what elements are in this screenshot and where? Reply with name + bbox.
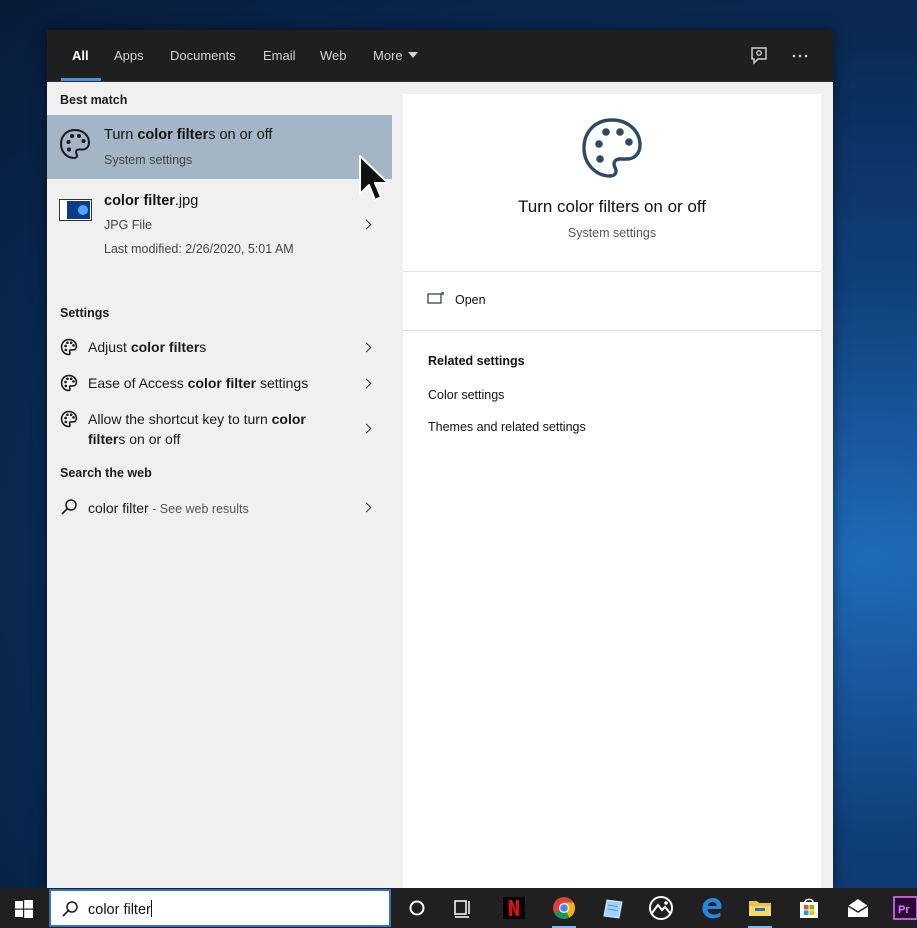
file-result-modified: Last modified: 2/26/2020, 5:01 AM <box>104 242 294 256</box>
chevron-right-icon[interactable] <box>361 423 372 434</box>
search-icon <box>61 499 77 515</box>
text-caret <box>150 900 152 917</box>
file-result[interactable]: color filter.jpg JPG File Last modified:… <box>47 183 392 263</box>
settings-item-label: Allow the shortcut key to turn color filt… <box>88 411 306 447</box>
chevron-right-icon[interactable] <box>361 219 372 230</box>
active-tab-indicator <box>61 78 101 81</box>
svg-text:Pr: Pr <box>898 904 910 916</box>
palette-icon <box>60 410 78 428</box>
settings-item-ease-of-access[interactable]: Ease of Access color filter settings <box>47 366 392 400</box>
netflix-icon[interactable] <box>500 894 528 922</box>
open-label: Open <box>455 293 486 307</box>
task-view-icon[interactable] <box>449 894 477 922</box>
related-link-themes[interactable]: Themes and related settings <box>428 420 586 434</box>
web-search-result[interactable]: color filter - See web results <box>47 490 392 524</box>
tab-documents[interactable]: Documents <box>170 30 236 82</box>
taskbar-search-box[interactable]: color filter <box>49 889 391 927</box>
section-settings: Settings <box>60 306 110 320</box>
search-window: All Apps Documents Email Web More Best m… <box>47 30 833 888</box>
related-settings-header: Related settings <box>428 354 525 368</box>
tab-apps[interactable]: Apps <box>114 30 144 82</box>
cortana-icon[interactable] <box>403 894 431 922</box>
image-file-icon <box>59 199 92 221</box>
tab-more[interactable]: More <box>373 30 418 82</box>
preview-pane: Turn color filters on or off System sett… <box>403 94 821 888</box>
caret-down-icon <box>407 52 418 58</box>
preview-title: Turn color filters on or off <box>517 197 707 216</box>
best-match-title: Turn color filters on or off <box>104 127 273 143</box>
premiere-pro-icon[interactable]: Pr <box>892 894 917 922</box>
divider <box>403 271 821 272</box>
file-result-type: JPG File <box>104 218 152 232</box>
divider <box>403 330 821 331</box>
results-pane: Best match Turn color filters on or off … <box>47 82 403 888</box>
settings-item-label: Ease of Access color filter settings <box>88 375 309 391</box>
chevron-right-icon[interactable] <box>361 378 372 389</box>
settings-item-shortcut-key[interactable]: Allow the shortcut key to turn color filt… <box>47 402 392 452</box>
best-match-subtitle: System settings <box>104 153 193 167</box>
palette-icon <box>59 128 91 160</box>
windows-start-icon[interactable] <box>15 900 33 918</box>
web-result-label: color filter - See web results <box>88 500 249 516</box>
search-icon <box>62 901 78 917</box>
file-result-title: color filter.jpg <box>104 193 199 209</box>
settings-item-label: Adjust color filters <box>88 339 207 355</box>
palette-icon <box>60 338 78 356</box>
chevron-right-icon[interactable] <box>361 342 372 353</box>
open-app-icon <box>427 291 445 304</box>
edge-icon[interactable] <box>698 894 726 922</box>
section-search-web: Search the web <box>60 466 152 480</box>
chrome-icon <box>553 897 575 919</box>
section-best-match: Best match <box>60 93 128 107</box>
mail-icon[interactable] <box>844 894 872 922</box>
tab-more-label: More <box>373 48 403 63</box>
palette-icon <box>582 118 642 178</box>
tab-web[interactable]: Web <box>320 30 347 82</box>
best-match-result[interactable]: Turn color filters on or off System sett… <box>47 115 392 179</box>
search-tab-bar: All Apps Documents Email Web More <box>47 30 833 82</box>
taskbar: color filter Pr <box>0 888 917 928</box>
feedback-icon[interactable] <box>749 46 769 66</box>
store-icon[interactable] <box>795 894 823 922</box>
search-input[interactable]: color filter <box>88 900 152 918</box>
notes-app-icon[interactable] <box>598 894 626 922</box>
palette-icon <box>60 374 78 392</box>
photos-app-icon[interactable] <box>647 894 675 922</box>
folder-icon <box>749 901 771 916</box>
settings-item-adjust-color-filters[interactable]: Adjust color filters <box>47 330 392 364</box>
tab-all[interactable]: All <box>72 30 89 82</box>
file-explorer-app[interactable] <box>746 894 774 928</box>
chrome-app[interactable] <box>550 894 578 928</box>
tab-email[interactable]: Email <box>263 30 296 82</box>
related-link-color-settings[interactable]: Color settings <box>428 388 504 402</box>
open-action[interactable]: Open <box>423 289 803 315</box>
preview-subtitle: System settings <box>567 226 657 240</box>
more-options-icon[interactable] <box>790 46 810 66</box>
chevron-right-icon[interactable] <box>361 502 372 513</box>
